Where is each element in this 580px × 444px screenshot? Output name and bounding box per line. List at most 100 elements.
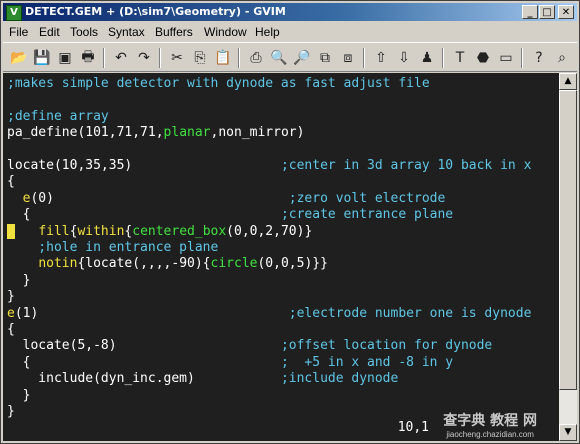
paste-icon[interactable]: 📋 [213, 48, 233, 68]
minimize-button[interactable]: _ [522, 5, 538, 19]
vim-icon[interactable]: V [6, 5, 22, 21]
menu-buffers[interactable]: Buffers [155, 25, 193, 39]
code-line[interactable]: locate(5,-8) ;offset location for dynode [7, 338, 493, 354]
print-icon[interactable]: 🖶 [78, 48, 98, 68]
find-help-icon[interactable]: ⌕ [552, 48, 572, 68]
toolbar-separator [521, 48, 523, 68]
code-line[interactable]: } [7, 272, 31, 289]
code-token: ;center in 3d array 10 back in x [280, 158, 532, 173]
code-line[interactable]: e(1) ;electrode number one is dynode [7, 306, 531, 322]
help-icon[interactable]: ? [529, 48, 549, 68]
code-line[interactable]: { [7, 322, 15, 338]
code-token: {locate(,,,,-90){ [77, 256, 211, 272]
code-token: ,non_mirror) [210, 125, 305, 141]
code-line[interactable]: { [7, 174, 15, 190]
code-line[interactable]: ;define array [7, 109, 109, 125]
find-replace-icon[interactable]: ⎙ [246, 48, 266, 68]
toolbar-separator [442, 48, 444, 68]
cut-icon[interactable]: ✂ [167, 48, 187, 68]
menu-edit[interactable]: Edit [39, 25, 60, 39]
code-token: planar [163, 125, 211, 141]
code-token: include(dyn_inc.gem) [7, 371, 281, 387]
code-line[interactable]: { ;create entrance plane [7, 207, 453, 223]
vertical-scrollbar[interactable]: ▲ ▼ [559, 73, 577, 441]
close-button[interactable]: ✕ [558, 5, 574, 19]
code-token: notin [38, 256, 78, 272]
watermark-title: 查字典 教程 网 [443, 413, 537, 429]
run-script-icon[interactable]: ⇧ [371, 48, 391, 68]
code-line[interactable]: pa_define(101,71,71,planar,non_mirror) [7, 125, 304, 141]
code-token: { [7, 354, 281, 370]
watermark: 查字典 教程 网 jiaocheng.chazidian.com [443, 410, 537, 439]
code-line[interactable]: } [7, 387, 31, 404]
toolbar-separator [159, 48, 161, 68]
code-line[interactable]: } [7, 404, 15, 420]
scroll-down-button[interactable]: ▼ [559, 424, 577, 441]
save-session-icon[interactable]: ⧈ [338, 48, 358, 68]
copy-icon[interactable]: ⎘ [190, 48, 210, 68]
code-token: } [7, 404, 15, 419]
code-token: ;define array [7, 108, 109, 124]
code-line[interactable]: notin{locate(,,,,-90){circle(0,0,5)}} [7, 256, 328, 272]
menu-tools[interactable]: Tools [70, 25, 98, 39]
code-token: circle [210, 256, 258, 272]
code-line[interactable]: fill{within{centered_box(0,0,2,70)} [7, 224, 312, 240]
code-token: e [7, 305, 15, 321]
tags-icon[interactable]: T [450, 48, 470, 68]
code-line[interactable]: { ; +5 in x and -8 in y [7, 355, 453, 371]
undo-icon[interactable]: ↶ [111, 48, 131, 68]
find-prev-icon[interactable]: 🔎 [292, 48, 312, 68]
code-token: (0,0,5)}} [257, 256, 328, 272]
scroll-thumb[interactable] [559, 90, 577, 390]
code-token: ;makes simple detector with dynode as fa… [7, 76, 430, 91]
jump-tag-icon[interactable]: ⬣ [473, 48, 493, 68]
code-line[interactable]: e(0) ;zero volt electrode [7, 191, 446, 207]
toolbar-separator [103, 48, 105, 68]
shell-icon[interactable]: ♟ [417, 48, 437, 68]
load-session-icon[interactable]: ⧉ [315, 48, 335, 68]
code-token: ;hole in entrance plane [7, 240, 219, 255]
code-token: ;create entrance plane [280, 207, 454, 223]
code-token: fill [38, 223, 70, 239]
toolbar-separator [238, 48, 240, 68]
code-token: (1) [14, 305, 289, 321]
maximize-button[interactable]: □ [539, 5, 555, 19]
code-line[interactable]: locate(10,35,35) ;center in 3d array 10 … [7, 158, 531, 174]
save-icon[interactable]: 💾 [32, 48, 52, 68]
tag-list-icon[interactable]: ▭ [496, 48, 516, 68]
text-editor[interactable]: 10,1 查字典 教程 网 jiaocheng.chazidian.com ;m… [3, 73, 559, 441]
code-token: } [7, 272, 31, 288]
toolbar: 📂 💾 ▣ 🖶 ↶ ↷ ✂ ⎘ 📋 ⎙ 🔍 🔎 ⧉ ⧈ ⇧ ⇩ ♟ T ⬣ ▭ … [3, 42, 577, 72]
menu-bar: File Edit Tools Syntax Buffers Window He… [3, 22, 577, 41]
menu-file[interactable]: File [9, 25, 28, 39]
save-all-icon[interactable]: ▣ [55, 48, 75, 68]
code-token: (0,0,2,70)} [226, 223, 313, 239]
make-icon[interactable]: ⇩ [394, 48, 414, 68]
code-token: ; +5 in x and -8 in y [280, 354, 454, 370]
scroll-up-button[interactable]: ▲ [559, 73, 577, 90]
code-token: ;offset location for dynode [280, 338, 493, 354]
open-icon[interactable]: 📂 [9, 48, 29, 68]
menu-window[interactable]: Window [204, 25, 247, 39]
watermark-url: jiaocheng.chazidian.com [446, 430, 534, 439]
code-token: within [77, 223, 125, 239]
code-token: ;include dynode [280, 371, 399, 387]
code-token: centered_box [132, 223, 227, 239]
title-bar[interactable]: V DETECT.GEM + (D:\sim7\Geometry) - GVIM… [3, 3, 577, 21]
find-next-icon[interactable]: 🔍 [269, 48, 289, 68]
code-token: locate(5,-8) [7, 338, 281, 354]
window-title: DETECT.GEM + (D:\sim7\Geometry) - GVIM [25, 5, 286, 18]
code-line[interactable]: ;makes simple detector with dynode as fa… [7, 76, 430, 92]
menu-help[interactable]: Help [255, 25, 280, 39]
code-token: { [7, 207, 281, 223]
redo-icon[interactable]: ↷ [134, 48, 154, 68]
cursor-position: 10,1 [397, 420, 429, 435]
code-line[interactable]: ;hole in entrance plane [7, 240, 218, 256]
menu-syntax[interactable]: Syntax [108, 25, 145, 39]
code-line[interactable]: } [7, 289, 15, 305]
gvim-window: V DETECT.GEM + (D:\sim7\Geometry) - GVIM… [0, 0, 580, 444]
code-token: locate(10,35,35) [7, 158, 281, 173]
code-line[interactable]: include(dyn_inc.gem) ;include dynode [7, 371, 398, 387]
code-token: } [7, 387, 31, 403]
